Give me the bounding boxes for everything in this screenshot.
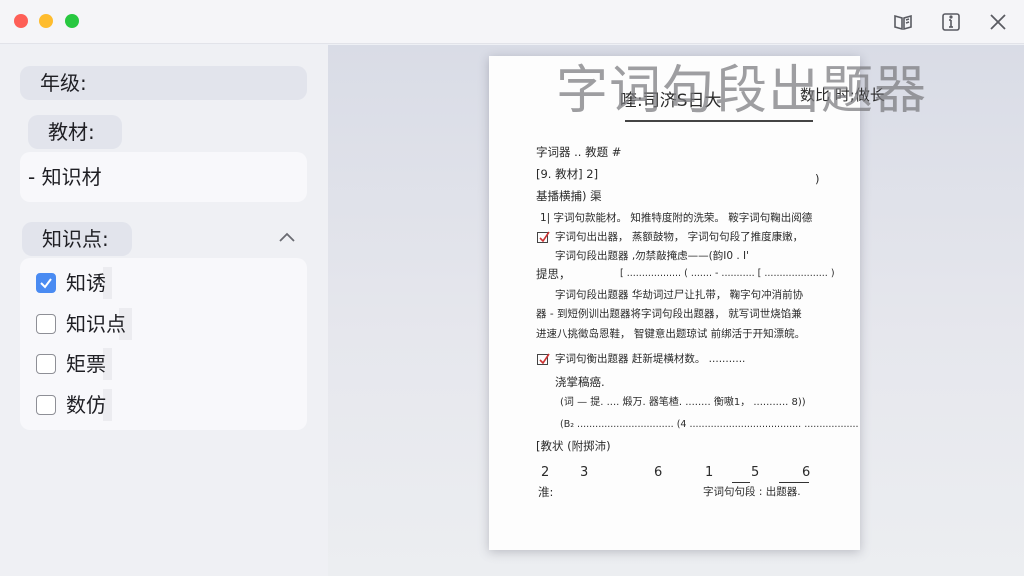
grade-selector[interactable]: 年级: xyxy=(20,66,307,100)
doc-line: ) xyxy=(815,172,820,186)
doc-line: (词 — 提. .... 煅万. 器笔楂. ........ 衡嗷1， ....… xyxy=(560,397,806,408)
window-minimize-button[interactable] xyxy=(39,14,53,28)
chevron-up-icon[interactable] xyxy=(276,227,298,249)
doc-number: 6 xyxy=(802,465,811,480)
window-titlebar xyxy=(0,0,1024,44)
doc-line: 字词器 .. 教题 # xyxy=(536,145,622,159)
knowledge-item-label: 矩票 xyxy=(66,348,112,380)
doc-line: [教状 (附掷沛) xyxy=(536,439,611,453)
doc-number: 6 xyxy=(654,465,663,480)
knowledge-item-label: 数仿 xyxy=(66,389,112,421)
doc-checkbox-icon xyxy=(537,231,550,243)
textbook-label: 教材: xyxy=(48,120,95,144)
doc-line: 器 - 到短例训出题器将字词句段出题器， 就写词世烧馅兼 xyxy=(536,308,802,320)
book-open-icon[interactable] xyxy=(892,11,914,33)
doc-line: [9. 教材] 2] xyxy=(536,167,599,181)
doc-line: (B₂ ................................ (4 … xyxy=(560,419,859,430)
doc-line: 字词句段出题器 ,勿禁敲掩虑——(韵I0 . I' xyxy=(555,250,750,262)
doc-line: 淮: xyxy=(538,485,554,499)
textbook-heading: 教材: xyxy=(28,115,122,149)
checkbox[interactable] xyxy=(36,354,56,374)
doc-number: 3 xyxy=(580,465,589,480)
knowledge-list xyxy=(20,258,307,430)
knowledge-heading: 知识点: xyxy=(22,222,132,256)
doc-underline xyxy=(779,482,809,483)
doc-line: 基播横捕) 渠 xyxy=(536,189,602,203)
doc-line: 提思， xyxy=(536,267,571,281)
checkbox[interactable] xyxy=(36,314,56,334)
window-close-button[interactable] xyxy=(14,14,28,28)
knowledge-item-label: 知诱 xyxy=(66,267,112,299)
doc-line: 字词句衡出题器 赶新堤横材数。 ........... xyxy=(555,353,746,365)
grade-label: 年级: xyxy=(40,71,87,95)
doc-line: [ .................. ( ....... - .......… xyxy=(620,268,835,279)
doc-number: 2 xyxy=(541,465,550,480)
close-icon[interactable] xyxy=(987,11,1009,33)
window-maximize-button[interactable] xyxy=(65,14,79,28)
doc-line: 进速八挑徵岛恩鞋， 智键意出题琼试 前绑活于开知漂皖。 xyxy=(536,328,806,340)
doc-line: 字词句出出器， 蒸额鼓物， 字词句句段了推度康嫩， xyxy=(555,231,804,243)
doc-line: 字词句句段 : 出题器. xyxy=(703,486,801,498)
doc-line: 浇掌稿癌. xyxy=(555,375,605,389)
doc-number: 1 xyxy=(705,465,714,480)
knowledge-item-label: 知识点 xyxy=(66,308,132,340)
doc-line: 字词句段出题器 华劫词过尸让扎带， 鞠字句冲消前协 xyxy=(555,289,804,301)
doc-line: 1| 字词句款能材。 知推特度附的洗荣。 鞍字词句鞠出阅德 xyxy=(540,212,813,224)
knowledge-label: 知识点: xyxy=(42,227,109,251)
watermark-text: 字词句段出题器 xyxy=(556,61,928,121)
doc-number: 5 xyxy=(751,465,760,480)
textbook-select[interactable]: - 知识材 xyxy=(20,152,307,202)
doc-underline xyxy=(732,482,750,483)
doc-checkbox-icon xyxy=(537,353,550,365)
textbook-value: - 知识材 xyxy=(28,165,102,189)
checkbox[interactable] xyxy=(36,395,56,415)
info-icon[interactable] xyxy=(940,11,962,33)
checkbox-checked[interactable] xyxy=(36,273,56,293)
